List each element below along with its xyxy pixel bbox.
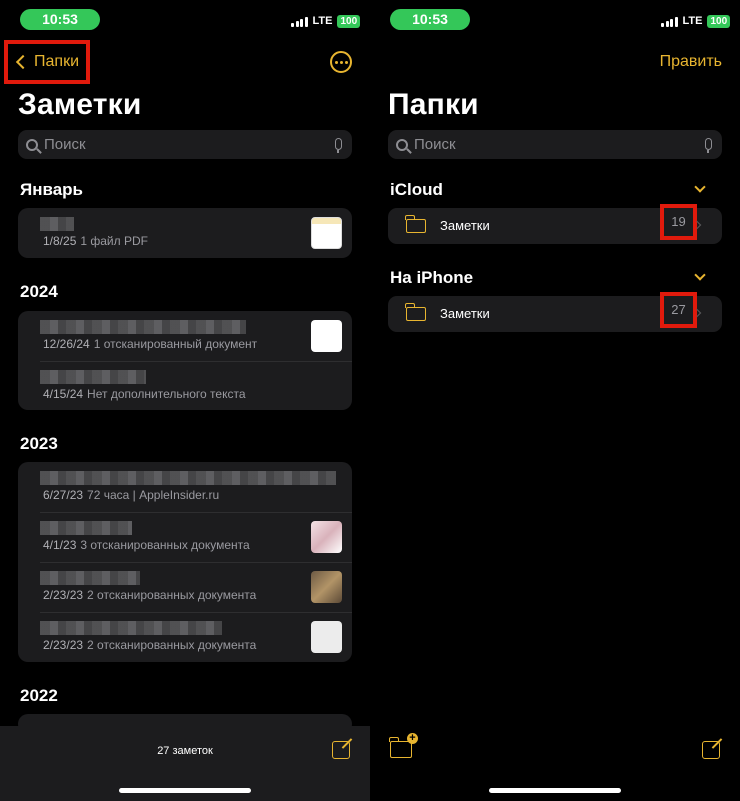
notes-group: 1/8/25 1 файл PDF — [18, 208, 352, 258]
note-item[interactable]: 2/23/23 2 отсканированных документа — [18, 562, 352, 612]
folder-icon — [405, 303, 426, 321]
account-heading-iphone: На iPhone — [390, 268, 474, 287]
note-thumbnail — [311, 571, 342, 603]
note-title-redacted — [40, 320, 246, 334]
compose-note-button[interactable] — [332, 741, 350, 759]
folder-name: Заметки — [440, 218, 490, 233]
note-date: 4/1/23 — [43, 538, 77, 552]
home-indicator — [489, 788, 621, 793]
back-to-folders-button[interactable]: Папки — [4, 40, 90, 84]
search-icon — [396, 138, 408, 151]
chevron-down-icon[interactable] — [694, 269, 706, 281]
search-input[interactable]: Поиск — [18, 130, 352, 159]
folder-count: 19 — [660, 204, 697, 240]
status-indicators: LTE 100 — [291, 14, 361, 28]
status-time: 10:53 — [390, 9, 470, 30]
note-item[interactable]: 1/8/25 1 файл PDF — [18, 208, 352, 258]
note-preview: 72 часа | AppleInsider.ru — [87, 488, 220, 502]
back-label: Папки — [34, 53, 79, 70]
status-time: 10:53 — [20, 9, 100, 30]
account-heading-icloud: iCloud — [390, 180, 443, 199]
note-preview: 1 файл PDF — [80, 234, 148, 248]
signal-icon — [291, 16, 308, 27]
note-item[interactable]: 4/15/24 Нет дополнительного текста — [18, 361, 352, 410]
note-preview: Нет дополнительного текста — [87, 387, 246, 401]
note-thumbnail — [311, 621, 342, 653]
notes-screen: 10:53 LTE 100 Папки Заметки Поиск Январь… — [0, 0, 370, 801]
battery-icon: 100 — [337, 14, 361, 28]
folder-name: Заметки — [440, 306, 490, 321]
note-item[interactable]: 6/27/23 72 часа | AppleInsider.ru — [18, 462, 352, 512]
notes-group: 12/26/24 1 отсканированный документ 4/15/… — [18, 311, 352, 410]
note-title-redacted — [40, 571, 140, 585]
note-preview: 3 отсканированных документа — [80, 538, 250, 552]
section-heading: Январь — [20, 180, 84, 199]
note-date: 1/8/25 — [43, 234, 77, 248]
note-date: 2/23/23 — [43, 638, 84, 652]
note-title-redacted — [40, 471, 336, 485]
network-label: LTE — [312, 15, 333, 27]
search-input[interactable]: Поиск — [388, 130, 722, 159]
microphone-icon[interactable] — [705, 138, 712, 153]
note-title-redacted — [40, 217, 74, 231]
page-title: Папки — [388, 88, 479, 121]
note-count: 27 заметок — [157, 745, 213, 757]
section-heading: 2022 — [20, 686, 58, 705]
note-thumbnail — [311, 217, 342, 249]
note-date: 2/23/23 — [43, 588, 84, 602]
signal-icon — [661, 16, 678, 27]
section-heading: 2024 — [20, 282, 58, 301]
network-label: LTE — [682, 15, 703, 27]
note-title-redacted — [40, 621, 222, 635]
section-heading: 2023 — [20, 434, 58, 453]
note-date: 12/26/24 — [43, 337, 90, 351]
search-placeholder: Поиск — [44, 136, 86, 153]
note-title-redacted — [40, 370, 146, 384]
note-date: 4/15/24 — [43, 387, 84, 401]
home-indicator — [119, 788, 251, 793]
new-folder-button[interactable] — [389, 733, 418, 758]
battery-icon: 100 — [707, 14, 731, 28]
edit-button[interactable]: Править — [660, 53, 722, 71]
note-title-redacted — [40, 521, 132, 535]
search-placeholder: Поиск — [414, 136, 456, 153]
compose-note-button[interactable] — [702, 741, 720, 759]
note-preview: 1 отсканированный документ — [93, 337, 258, 351]
note-item[interactable]: 12/26/24 1 отсканированный документ — [18, 311, 352, 361]
note-item[interactable]: 4/1/23 3 отсканированных документа — [18, 512, 352, 562]
note-date: 6/27/23 — [43, 488, 84, 502]
folder-row-iphone-notes[interactable]: Заметки 27 — [388, 292, 722, 332]
folder-icon — [405, 215, 426, 233]
chevron-down-icon[interactable] — [694, 181, 706, 193]
page-title: Заметки — [18, 88, 142, 121]
microphone-icon[interactable] — [335, 138, 342, 153]
more-options-button[interactable] — [330, 51, 352, 73]
note-thumbnail — [311, 320, 342, 352]
note-thumbnail — [311, 521, 342, 553]
note-preview: 2 отсканированных документа — [87, 588, 257, 602]
search-icon — [26, 138, 38, 151]
folder-count: 27 — [660, 292, 697, 328]
folder-row-icloud-notes[interactable]: Заметки 19 — [388, 204, 722, 244]
chevron-left-icon — [15, 54, 31, 70]
note-preview: 2 отсканированных документа — [87, 638, 257, 652]
notes-group: 6/27/23 72 часа | AppleInsider.ru 4/1/23 3… — [18, 462, 352, 662]
folders-screen: 10:53 LTE 100 Править Папки Поиск iCloud… — [370, 0, 740, 801]
status-indicators: LTE 100 — [661, 14, 731, 28]
note-item[interactable]: 2/23/23 2 отсканированных документа — [18, 612, 352, 662]
